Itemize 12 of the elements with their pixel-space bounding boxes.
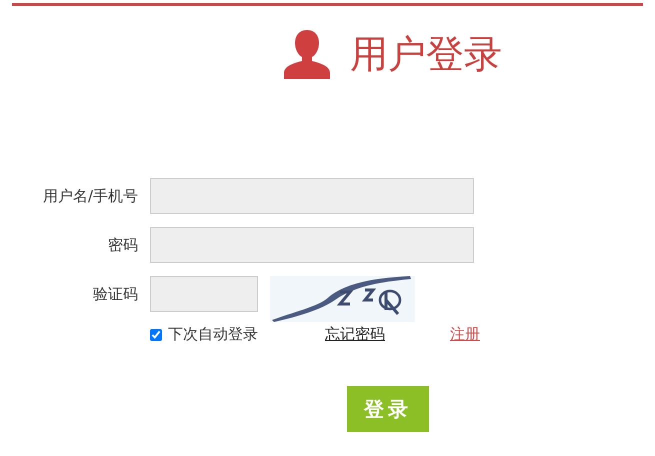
- remember-label: 下次自动登录: [168, 325, 258, 344]
- remember-checkbox[interactable]: [150, 328, 162, 340]
- field-label: 密码: [107, 236, 138, 254]
- page-title: 用户登录: [350, 30, 502, 78]
- forgot-password-link[interactable]: 忘记密码: [325, 325, 450, 344]
- input-field[interactable]: [150, 178, 474, 214]
- register-link[interactable]: 注册: [450, 325, 480, 344]
- input-field[interactable]: [150, 227, 474, 263]
- user-icon: [282, 28, 332, 80]
- field-label: 验证码: [92, 284, 138, 304]
- input-field[interactable]: [150, 276, 258, 312]
- field-label: 用户名/手机号: [42, 186, 138, 206]
